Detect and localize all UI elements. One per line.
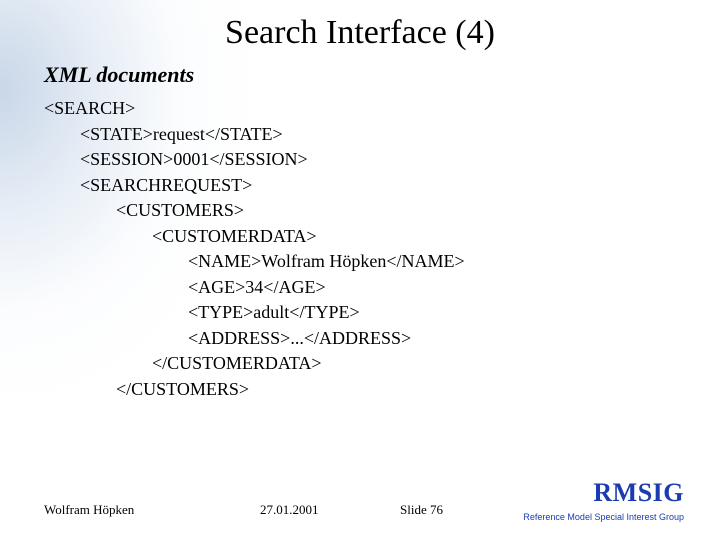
xml-line: <SEARCHREQUEST> (44, 173, 676, 199)
xml-line: <ADDRESS>...</ADDRESS> (44, 326, 676, 352)
slide-subtitle: XML documents (44, 62, 194, 88)
slide-title: Search Interface (4) (0, 14, 720, 52)
xml-line: <SESSION>0001</SESSION> (44, 147, 676, 173)
xml-line: </CUSTOMERS> (44, 377, 676, 403)
footer-logo: RMSIG (593, 478, 684, 508)
xml-line: <NAME>Wolfram Höpken</NAME> (44, 249, 676, 275)
xml-line: <SEARCH> (44, 96, 676, 122)
xml-line: <CUSTOMERS> (44, 198, 676, 224)
footer-tagline: Reference Model Special Interest Group (523, 512, 684, 522)
footer-author: Wolfram Höpken (44, 502, 134, 518)
slide: Search Interface (4) XML documents <SEAR… (0, 0, 720, 540)
xml-line: <TYPE>adult</TYPE> (44, 300, 676, 326)
xml-body: <SEARCH> <STATE>request</STATE> <SESSION… (44, 96, 676, 403)
xml-line: <STATE>request</STATE> (44, 122, 676, 148)
footer-slide-number: Slide 76 (400, 502, 443, 518)
footer-date: 27.01.2001 (260, 502, 319, 518)
xml-line: </CUSTOMERDATA> (44, 351, 676, 377)
footer: Wolfram Höpken 27.01.2001 Slide 76 RMSIG… (0, 486, 720, 528)
xml-line: <AGE>34</AGE> (44, 275, 676, 301)
xml-line: <CUSTOMERDATA> (44, 224, 676, 250)
